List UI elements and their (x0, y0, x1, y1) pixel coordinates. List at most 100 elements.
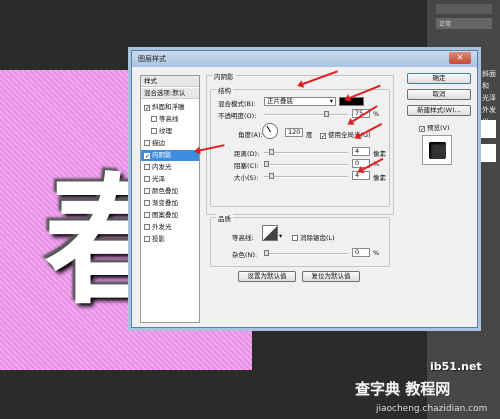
style-item[interactable]: 光泽 (141, 174, 199, 185)
style-item[interactable]: 投影 (141, 234, 199, 245)
angle-label: 角度(A): (238, 131, 263, 139)
blend-mode-select[interactable]: 正片叠底 ▾ (264, 97, 336, 106)
distance-slider[interactable] (264, 152, 348, 154)
watermark-text: 查字典 教程网 (355, 380, 451, 398)
size-slider-thumb[interactable] (268, 173, 274, 179)
style-item[interactable]: ✓ 内阴影 (141, 150, 199, 161)
opacity-slider[interactable] (264, 114, 348, 116)
chevron-down-icon[interactable]: ▾ (279, 232, 282, 240)
style-item-label: 内阴影 (152, 151, 172, 159)
style-item[interactable]: 等高线 (141, 114, 199, 125)
styles-list: 样式 混合选项:默认 ✓ 斜面和浮雕 等高线 纹理 描边 ✓ 内阴影 内发光 光泽 颜色叠加 渐变叠加图… (140, 75, 200, 323)
noise-input[interactable]: 0 (352, 248, 370, 257)
antialias-checkbox[interactable]: 消除锯齿(L) (292, 232, 335, 242)
layer-thumbnail[interactable] (478, 120, 496, 138)
styles-list-header[interactable]: 样式 (141, 76, 199, 87)
checkbox-icon[interactable] (144, 212, 150, 218)
inner-shadow-title: 内阴影 (212, 71, 236, 81)
style-item-label: 描边 (152, 139, 165, 147)
layer-style-dialog: 图层样式 ✕ 样式 混合选项:默认 ✓ 斜面和浮雕 等高线 纹理 描边 ✓ 内阴影 内发光 光泽 颜色… (131, 50, 478, 328)
reset-default-button[interactable]: 复位为默认值 (302, 271, 360, 282)
ok-button[interactable]: 确定 (407, 73, 471, 84)
checkbox-icon[interactable] (151, 128, 157, 134)
angle-dial[interactable] (262, 123, 278, 139)
effect-label: 斜面和 (482, 70, 496, 90)
style-item[interactable]: 渐变叠加 (141, 198, 199, 209)
style-item-label: 纹理 (159, 127, 172, 135)
opacity-unit: % (373, 110, 380, 118)
quality-group (210, 217, 390, 267)
blend-mode-label: 混合模式(B): (218, 100, 256, 108)
size-label: 大小(S): (234, 174, 259, 182)
checkbox-icon[interactable]: ✓ (144, 153, 150, 160)
angle-needle (266, 125, 271, 133)
style-item[interactable]: ✓ 斜面和浮雕 (141, 102, 199, 113)
noise-unit: % (373, 249, 380, 257)
dialog-title: 图层样式 (138, 55, 166, 63)
contour-picker[interactable] (262, 225, 278, 241)
checkbox-icon (292, 235, 298, 241)
effect-label: 光泽 (482, 94, 496, 102)
style-item-label: 混合选项:默认 (144, 89, 186, 97)
chevron-down-icon: ▾ (329, 97, 333, 105)
opacity-slider-thumb[interactable] (324, 111, 329, 117)
preview-checkbox[interactable]: ✓ 预览(V) (419, 122, 450, 133)
distance-unit: 像素 (373, 150, 386, 158)
quality-label: 品质 (216, 213, 233, 223)
make-default-button[interactable]: 设置为默认值 (238, 271, 296, 282)
style-item[interactable]: 内发光 (141, 162, 199, 173)
checkbox-icon[interactable] (144, 236, 150, 242)
checkbox-icon: ✓ (320, 133, 327, 140)
checkbox-icon[interactable] (144, 188, 150, 194)
checkbox-icon[interactable] (144, 176, 150, 182)
style-item[interactable]: 颜色叠加 (141, 186, 199, 197)
panel-tab[interactable] (436, 4, 492, 14)
style-item[interactable]: 图案叠加 (141, 210, 199, 221)
noise-slider-thumb[interactable] (264, 250, 269, 256)
choke-slider[interactable] (264, 164, 348, 166)
dialog-titlebar[interactable]: 图层样式 ✕ (132, 51, 477, 67)
style-item-label: 图案叠加 (152, 211, 178, 219)
style-item-label: 等高线 (159, 115, 179, 123)
opacity-label: 不透明度(O): (218, 112, 257, 120)
choke-slider-thumb[interactable] (264, 161, 269, 167)
checkbox-icon[interactable] (144, 224, 150, 230)
noise-slider[interactable] (264, 253, 348, 255)
close-button[interactable]: ✕ (449, 52, 471, 64)
styles-list-header[interactable]: 混合选项:默认 (141, 88, 199, 99)
style-item-label: 外发光 (152, 223, 172, 231)
style-item-label: 光泽 (152, 175, 165, 183)
blend-mode-dropdown[interactable]: 正常 (436, 18, 492, 29)
style-item-label: 样式 (144, 77, 157, 85)
checkbox-icon[interactable] (151, 116, 157, 122)
style-item-label: 投影 (152, 235, 165, 243)
style-item-label: 斜面和浮雕 (152, 103, 185, 111)
checkbox-icon[interactable]: ✓ (144, 105, 150, 112)
distance-slider-thumb[interactable] (268, 149, 274, 155)
checkbox-icon[interactable] (144, 164, 150, 170)
angle-unit: 度 (306, 131, 313, 139)
distance-label: 距离(D): (234, 150, 260, 158)
preview-swatch (429, 142, 446, 159)
style-item[interactable]: 描边 (141, 138, 199, 149)
style-item-label: 颜色叠加 (152, 187, 178, 195)
style-item[interactable]: 外发光 (141, 222, 199, 233)
size-slider[interactable] (264, 176, 348, 178)
style-preview (422, 135, 452, 165)
noise-label: 杂色(N): (232, 251, 258, 259)
distance-input[interactable]: 4 (352, 147, 370, 156)
size-unit: 像素 (373, 174, 386, 182)
angle-input[interactable]: 120 (285, 128, 303, 137)
watermark-url: jiaocheng.chazidian.com (376, 404, 488, 414)
contour-label: 等高线: (232, 234, 254, 242)
layer-thumbnail[interactable] (478, 144, 496, 162)
new-style-button[interactable]: 新建样式(W)... (407, 105, 471, 116)
cancel-button[interactable]: 取消 (407, 89, 471, 100)
choke-label: 阻塞(C): (234, 162, 259, 170)
style-item[interactable]: 纹理 (141, 126, 199, 137)
checkbox-icon[interactable] (144, 140, 150, 146)
inner-shadow-panel: 内阴影 结构 混合模式(B): 正片叠底 ▾ 不透明度(O): 75 % 角度(… (206, 71, 396, 326)
checkbox-icon[interactable] (144, 200, 150, 206)
style-item-label: 内发光 (152, 163, 172, 171)
watermark-site: ib51.net (430, 360, 482, 373)
